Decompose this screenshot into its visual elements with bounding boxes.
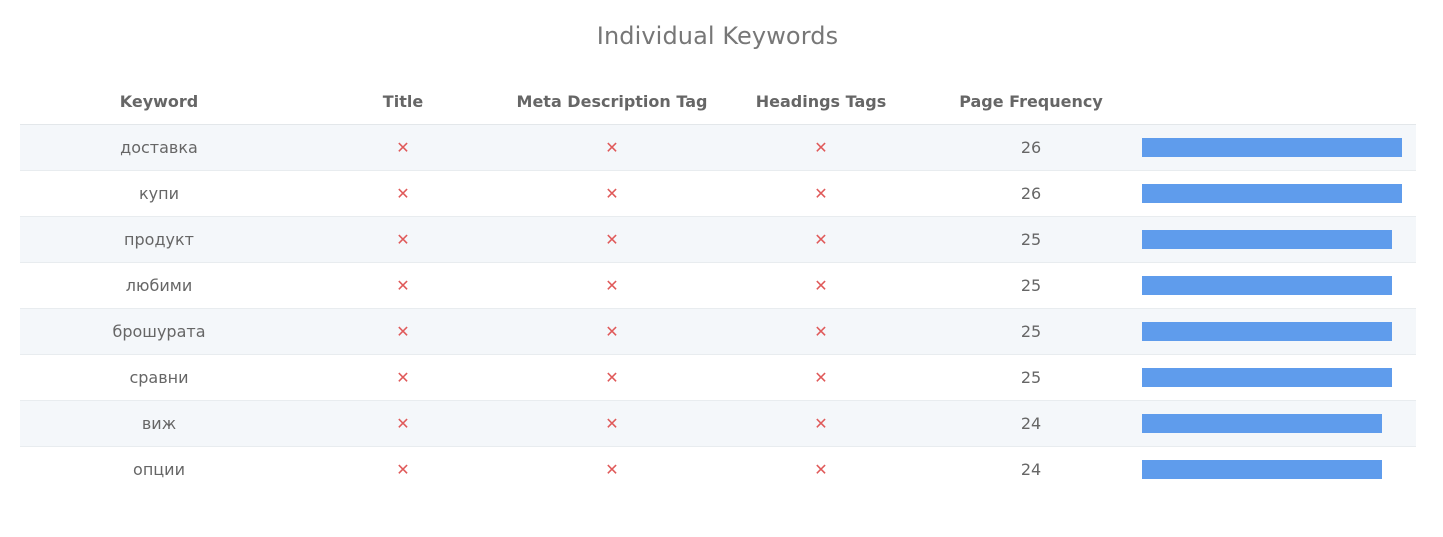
meta-status-x-mark-icon: ✕ <box>605 276 619 295</box>
meta-status-x-mark-icon: ✕ <box>605 184 619 203</box>
headings-status-x-mark-icon: ✕ <box>814 460 828 479</box>
meta-status-x-mark-icon: ✕ <box>605 322 619 341</box>
table-row: купи ✕ ✕ ✕ 26 <box>20 170 1416 217</box>
table-row: брошурата ✕ ✕ ✕ 25 <box>20 308 1416 355</box>
meta-status-x-mark-icon: ✕ <box>605 230 619 249</box>
page-frequency-cell: 25 <box>1020 368 1042 387</box>
column-header-headings-tags[interactable]: Headings Tags <box>716 78 926 125</box>
column-header-title[interactable]: Title <box>298 78 508 125</box>
keyword-cell: сравни <box>129 368 189 387</box>
page-frequency-cell: 24 <box>1020 414 1042 433</box>
keyword-cell: продукт <box>124 230 194 249</box>
meta-status-x-mark-icon: ✕ <box>605 368 619 387</box>
keyword-cell: опции <box>133 460 185 479</box>
frequency-bar <box>1142 414 1382 433</box>
frequency-bar <box>1142 322 1392 341</box>
keyword-cell: купи <box>139 184 179 203</box>
headings-status-x-mark-icon: ✕ <box>814 138 828 157</box>
keyword-cell: доставка <box>120 138 198 157</box>
keyword-cell: виж <box>141 414 177 433</box>
title-status-x-mark-icon: ✕ <box>396 414 410 433</box>
headings-status-x-mark-icon: ✕ <box>814 414 828 433</box>
table-row: сравни ✕ ✕ ✕ 25 <box>20 354 1416 401</box>
frequency-bar <box>1142 460 1382 479</box>
column-header-keyword[interactable]: Keyword <box>20 78 298 125</box>
title-status-x-mark-icon: ✕ <box>396 276 410 295</box>
column-header-frequency-bar <box>1136 78 1416 125</box>
headings-status-x-mark-icon: ✕ <box>814 230 828 249</box>
table-row: доставка ✕ ✕ ✕ 26 <box>20 124 1416 171</box>
headings-status-x-mark-icon: ✕ <box>814 368 828 387</box>
page-frequency-cell: 26 <box>1020 138 1042 157</box>
frequency-bar <box>1142 138 1402 157</box>
meta-status-x-mark-icon: ✕ <box>605 460 619 479</box>
title-status-x-mark-icon: ✕ <box>396 138 410 157</box>
column-header-meta-description[interactable]: Meta Description Tag <box>508 78 716 125</box>
column-header-page-frequency[interactable]: Page Frequency <box>926 78 1136 125</box>
page-frequency-cell: 25 <box>1020 230 1042 249</box>
table-header-row: Keyword Title Meta Description Tag Headi… <box>20 78 1416 125</box>
title-status-x-mark-icon: ✕ <box>396 230 410 249</box>
frequency-bar <box>1142 184 1402 203</box>
keywords-table: Keyword Title Meta Description Tag Headi… <box>20 78 1416 492</box>
table-body: доставка ✕ ✕ ✕ 26 купи ✕ ✕ ✕ 26 продукт ✕ ✕ ✕ 25 любими… <box>20 124 1416 493</box>
title-status-x-mark-icon: ✕ <box>396 184 410 203</box>
title-status-x-mark-icon: ✕ <box>396 460 410 479</box>
table-row: продукт ✕ ✕ ✕ 25 <box>20 216 1416 263</box>
page-frequency-cell: 25 <box>1020 322 1042 341</box>
page-frequency-cell: 25 <box>1020 276 1042 295</box>
table-row: виж ✕ ✕ ✕ 24 <box>20 400 1416 447</box>
headings-status-x-mark-icon: ✕ <box>814 322 828 341</box>
page-frequency-cell: 26 <box>1020 184 1042 203</box>
frequency-bar <box>1142 276 1392 295</box>
page-title: Individual Keywords <box>596 22 839 50</box>
meta-status-x-mark-icon: ✕ <box>605 138 619 157</box>
meta-status-x-mark-icon: ✕ <box>605 414 619 433</box>
table-row: любими ✕ ✕ ✕ 25 <box>20 262 1416 309</box>
keyword-cell: любими <box>125 276 193 295</box>
frequency-bar <box>1142 368 1392 387</box>
keyword-cell: брошурата <box>112 322 206 341</box>
title-status-x-mark-icon: ✕ <box>396 322 410 341</box>
title-status-x-mark-icon: ✕ <box>396 368 410 387</box>
frequency-bar <box>1142 230 1392 249</box>
headings-status-x-mark-icon: ✕ <box>814 184 828 203</box>
headings-status-x-mark-icon: ✕ <box>814 276 828 295</box>
page-frequency-cell: 24 <box>1020 460 1042 479</box>
table-row: опции ✕ ✕ ✕ 24 <box>20 447 1416 493</box>
